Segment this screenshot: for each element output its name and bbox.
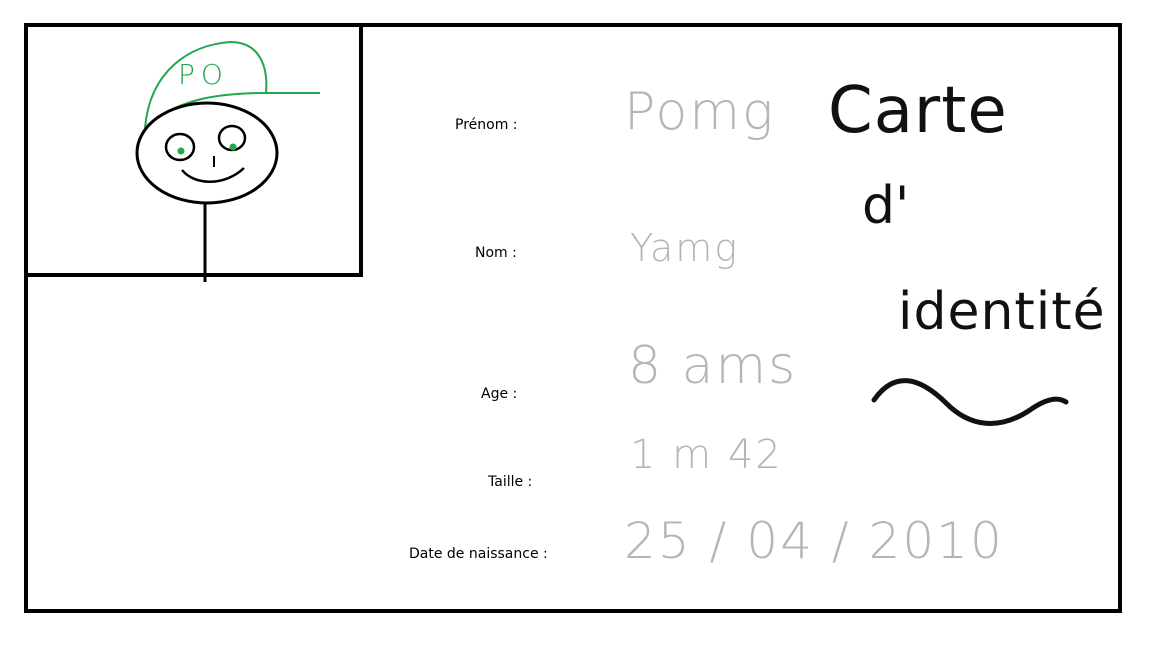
left-eye: [164, 132, 196, 162]
field-label-taille: Taille :: [488, 474, 533, 490]
field-value-age: 8 ams: [628, 336, 798, 396]
field-value-prenom: Pomg: [624, 82, 776, 142]
field-value-taille: 1 m 42: [630, 432, 783, 478]
mouth: [181, 167, 245, 183]
field-label-prenom: Prénom :: [455, 117, 518, 133]
head: [135, 101, 279, 205]
field-label-date: Date de naissance :: [409, 546, 548, 562]
cap-text: PO: [178, 58, 229, 91]
title-line-3: identité: [898, 282, 1106, 342]
field-label-age: Age :: [481, 386, 518, 402]
cap-brim: [144, 92, 267, 129]
title-underline: [871, 378, 1069, 426]
title-line-1: Carte: [828, 74, 1008, 148]
left-pupil: [177, 147, 185, 155]
field-label-nom: Nom :: [475, 245, 517, 261]
cap: [144, 40, 320, 129]
field-value-date: 25 / 04 / 2010: [624, 512, 1004, 570]
field-value-nom: Yamg: [630, 226, 740, 270]
title-line-2: d': [862, 176, 910, 236]
right-pupil: [229, 143, 237, 151]
